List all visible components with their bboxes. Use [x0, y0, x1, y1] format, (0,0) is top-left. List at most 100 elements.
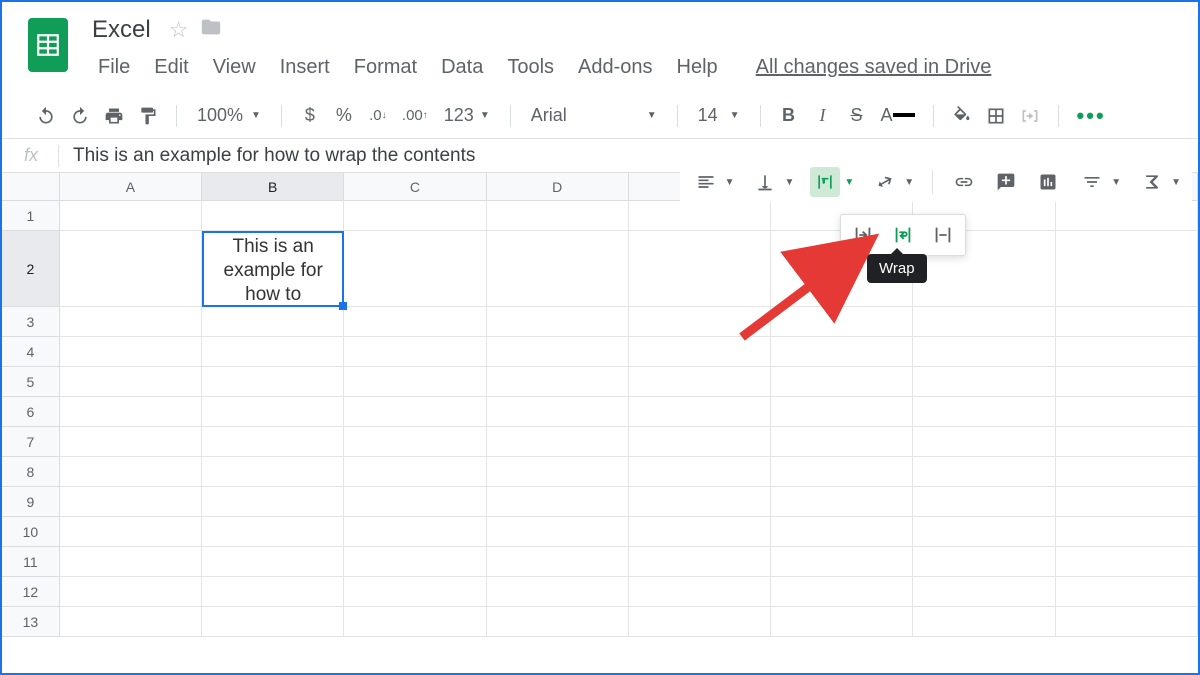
increase-decimal-button[interactable]: .00↑	[398, 101, 432, 131]
row-header-1[interactable]: 1	[2, 201, 60, 231]
cell-A2[interactable]	[60, 231, 202, 307]
cell-C7[interactable]	[344, 427, 486, 457]
cell-F6[interactable]	[771, 397, 913, 427]
filter-button[interactable]	[1077, 167, 1107, 197]
cell-G7[interactable]	[913, 427, 1055, 457]
menu-tools[interactable]: Tools	[495, 50, 566, 85]
cell-H1[interactable]	[1056, 201, 1198, 231]
menu-help[interactable]: Help	[665, 50, 730, 85]
menu-view[interactable]: View	[201, 50, 268, 85]
cell-F13[interactable]	[771, 607, 913, 637]
currency-button[interactable]: $	[296, 101, 324, 131]
cell-C10[interactable]	[344, 517, 486, 547]
cell-A3[interactable]	[60, 307, 202, 337]
cell-G12[interactable]	[913, 577, 1055, 607]
cell-H4[interactable]	[1056, 337, 1198, 367]
cell-B6[interactable]	[202, 397, 344, 427]
cell-B11[interactable]	[202, 547, 344, 577]
cell-C11[interactable]	[344, 547, 486, 577]
cell-E5[interactable]	[629, 367, 771, 397]
cell-C5[interactable]	[344, 367, 486, 397]
cell-H11[interactable]	[1056, 547, 1198, 577]
cell-A8[interactable]	[60, 457, 202, 487]
cell-E1[interactable]	[629, 201, 771, 231]
wrap-option[interactable]	[887, 221, 919, 249]
cell-D8[interactable]	[487, 457, 629, 487]
save-status[interactable]: All changes saved in Drive	[744, 50, 1004, 85]
menu-file[interactable]: File	[86, 50, 142, 85]
cell-E8[interactable]	[629, 457, 771, 487]
col-header-d[interactable]: D	[487, 173, 629, 200]
cell-E11[interactable]	[629, 547, 771, 577]
cell-E9[interactable]	[629, 487, 771, 517]
more-button[interactable]: •••	[1073, 101, 1110, 131]
cell-B3[interactable]	[202, 307, 344, 337]
cell-G9[interactable]	[913, 487, 1055, 517]
cell-B8[interactable]	[202, 457, 344, 487]
row-header-5[interactable]: 5	[2, 367, 60, 397]
menu-format[interactable]: Format	[342, 50, 429, 85]
col-header-c[interactable]: C	[344, 173, 486, 200]
undo-button[interactable]	[32, 101, 60, 131]
cell-F4[interactable]	[771, 337, 913, 367]
cell-E12[interactable]	[629, 577, 771, 607]
menu-edit[interactable]: Edit	[142, 50, 200, 85]
cell-H9[interactable]	[1056, 487, 1198, 517]
overflow-option[interactable]	[847, 221, 879, 249]
cell-A13[interactable]	[60, 607, 202, 637]
cell-C4[interactable]	[344, 337, 486, 367]
cell-D7[interactable]	[487, 427, 629, 457]
formula-value[interactable]: This is an example for how to wrap the c…	[73, 145, 475, 167]
font-size-select[interactable]: 14▼	[692, 105, 746, 126]
cell-H2[interactable]	[1056, 231, 1198, 307]
folder-icon[interactable]	[200, 16, 222, 44]
text-rotation-button[interactable]	[870, 167, 900, 197]
cell-A12[interactable]	[60, 577, 202, 607]
insert-comment-button[interactable]	[991, 167, 1021, 197]
row-header-9[interactable]: 9	[2, 487, 60, 517]
row-header-12[interactable]: 12	[2, 577, 60, 607]
cell-D5[interactable]	[487, 367, 629, 397]
cell-E4[interactable]	[629, 337, 771, 367]
row-header-8[interactable]: 8	[2, 457, 60, 487]
cell-G11[interactable]	[913, 547, 1055, 577]
row-header-10[interactable]: 10	[2, 517, 60, 547]
row-header-6[interactable]: 6	[2, 397, 60, 427]
cell-F11[interactable]	[771, 547, 913, 577]
menu-data[interactable]: Data	[429, 50, 495, 85]
cell-H13[interactable]	[1056, 607, 1198, 637]
cell-G4[interactable]	[913, 337, 1055, 367]
italic-button[interactable]: I	[809, 101, 837, 131]
fill-color-button[interactable]	[948, 101, 976, 131]
cell-H5[interactable]	[1056, 367, 1198, 397]
functions-button[interactable]	[1137, 167, 1167, 197]
cell-B5[interactable]	[202, 367, 344, 397]
cell-A4[interactable]	[60, 337, 202, 367]
cell-H6[interactable]	[1056, 397, 1198, 427]
paint-format-button[interactable]	[134, 101, 162, 131]
cell-G3[interactable]	[913, 307, 1055, 337]
cell-F7[interactable]	[771, 427, 913, 457]
document-name[interactable]: Excel	[86, 14, 157, 46]
col-header-a[interactable]: A	[60, 173, 202, 200]
cell-B12[interactable]	[202, 577, 344, 607]
cell-A9[interactable]	[60, 487, 202, 517]
cell-G5[interactable]	[913, 367, 1055, 397]
cell-C9[interactable]	[344, 487, 486, 517]
cell-F3[interactable]	[771, 307, 913, 337]
text-color-button[interactable]: A	[877, 101, 919, 131]
cell-A6[interactable]	[60, 397, 202, 427]
strike-button[interactable]: S	[843, 101, 871, 131]
cell-A11[interactable]	[60, 547, 202, 577]
cell-F10[interactable]	[771, 517, 913, 547]
cell-B2[interactable]: This is an example for how to	[202, 231, 344, 307]
cell-E7[interactable]	[629, 427, 771, 457]
horizontal-align-button[interactable]	[691, 167, 721, 197]
cell-G8[interactable]	[913, 457, 1055, 487]
cell-D12[interactable]	[487, 577, 629, 607]
cell-A10[interactable]	[60, 517, 202, 547]
cell-D10[interactable]	[487, 517, 629, 547]
cell-F12[interactable]	[771, 577, 913, 607]
cell-B9[interactable]	[202, 487, 344, 517]
row-header-4[interactable]: 4	[2, 337, 60, 367]
